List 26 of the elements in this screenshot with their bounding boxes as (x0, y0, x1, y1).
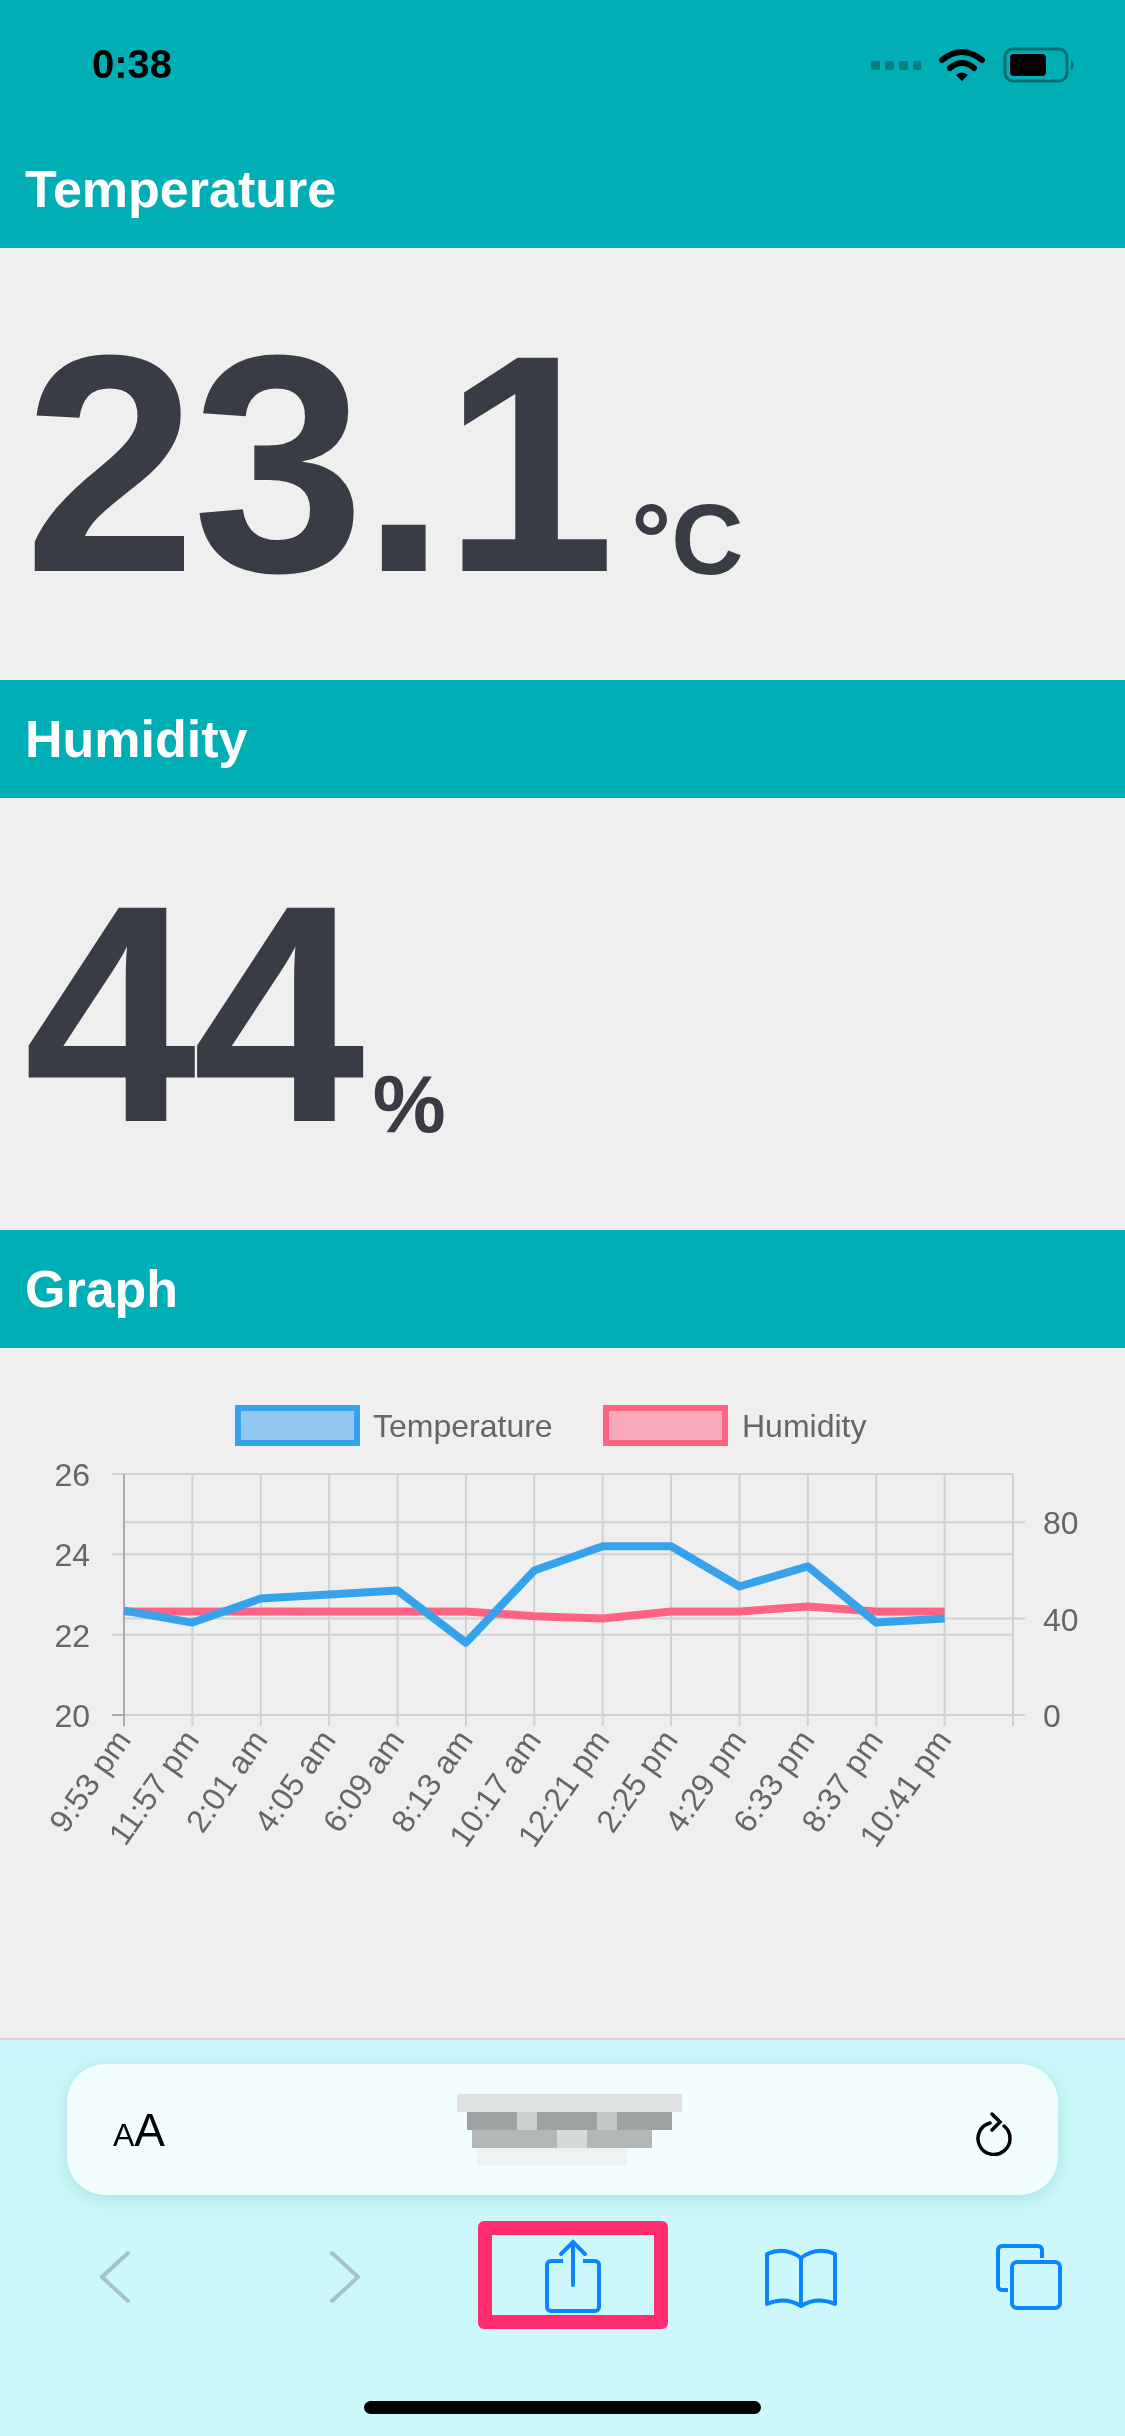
reading-value: 44 (24, 859, 361, 1169)
bookmarks-button[interactable] (762, 2246, 839, 2308)
address-bar[interactable]: AA (67, 2064, 1058, 2195)
signal-icon (871, 59, 921, 71)
axis-tick-label: 0 (1043, 1698, 1061, 1734)
axis-tick-label: 40 (1043, 1601, 1079, 1638)
clock-time: 0:38 (92, 41, 173, 87)
section-title: Humidity (25, 709, 248, 769)
reading-value: 23.1 (24, 309, 612, 619)
axis-tick-label: 80 (1043, 1505, 1079, 1542)
axis-tick-label: 24 (54, 1537, 90, 1574)
section-title: Graph (25, 1259, 179, 1319)
axis-tick-label: 22 (54, 1617, 90, 1654)
wifi-icon (939, 48, 985, 82)
axis-tick-label: 26 (54, 1457, 90, 1493)
legend-label: Temperature (373, 1408, 553, 1444)
axis-tick-label: 20 (54, 1698, 90, 1734)
legend-label: Humidity (742, 1408, 867, 1444)
share-button[interactable] (542, 2239, 603, 2315)
text-size-button[interactable]: AA (113, 2102, 166, 2157)
legend-swatch[interactable] (603, 1405, 728, 1446)
section-title: Temperature (25, 159, 337, 219)
unit-label: °C (631, 481, 744, 597)
unit-label: % (372, 1057, 446, 1151)
tabs-button[interactable] (994, 2242, 1064, 2312)
legend-swatch[interactable] (235, 1405, 360, 1446)
